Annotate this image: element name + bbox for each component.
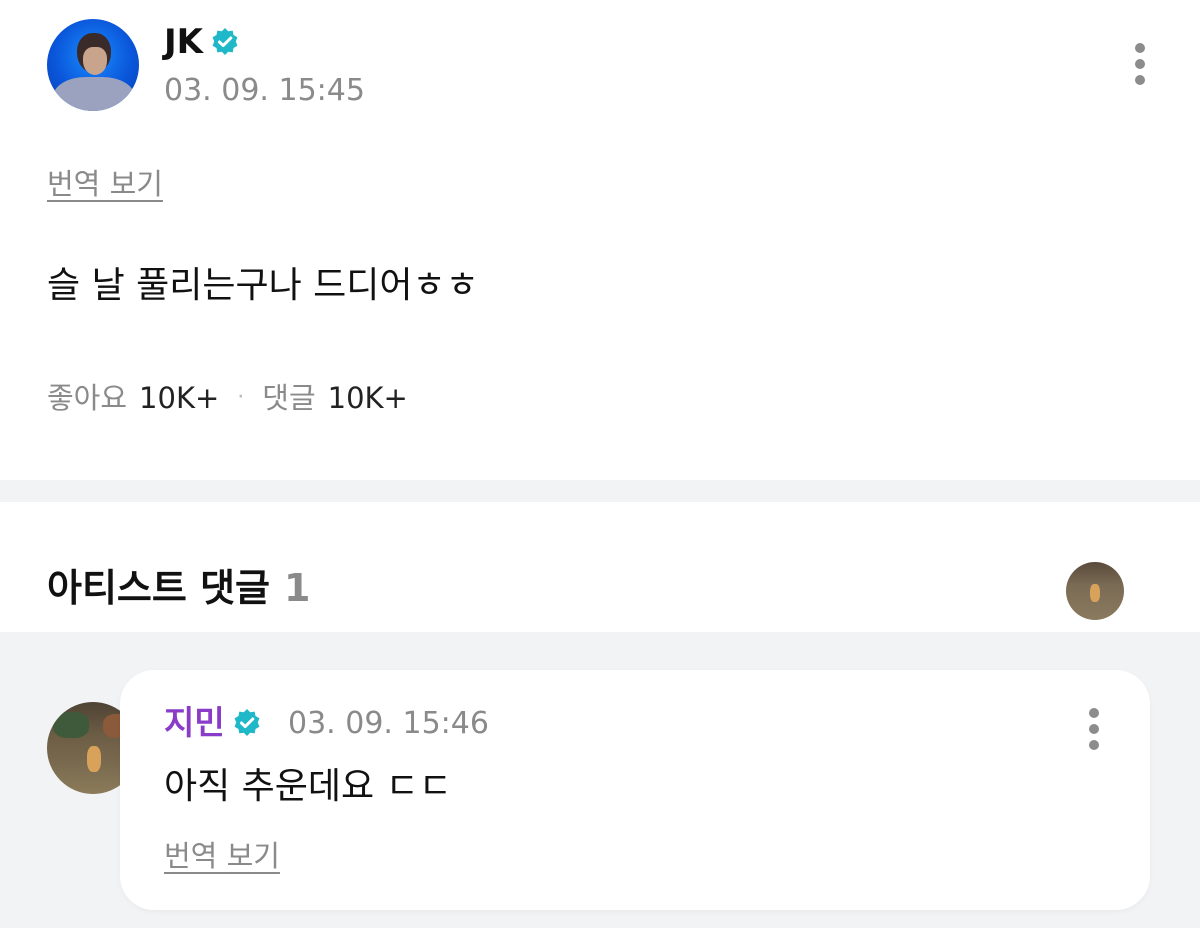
artist-comments-title-text: 아티스트 댓글 [47,566,270,610]
translate-link[interactable]: 번역 보기 [47,166,163,202]
likes-label[interactable]: 좋아요 [47,380,127,416]
comment-card: 지민 03. 09. 15:46 아직 추운데요 ㄷㄷ 번역 보기 [120,670,1150,910]
section-divider [0,480,1200,502]
post-body: 슬 날 풀리는구나 드디어ㅎㅎ [47,265,479,306]
more-vertical-icon[interactable] [1130,43,1150,85]
likes-count[interactable]: 10K+ [139,380,219,416]
artist-avatar[interactable] [1066,562,1124,620]
post-timestamp: 03. 09. 15:45 [164,73,365,108]
post-stats: 좋아요 10K+ · 댓글 10K+ [47,380,408,416]
comment-timestamp: 03. 09. 15:46 [288,706,489,741]
stats-separator: · [237,385,245,410]
commenter-name[interactable]: 지민 [164,702,225,744]
post: JK 03. 09. 15:45 번역 보기 슬 날 풀리는구나 드디어ㅎㅎ 좋… [0,0,1200,480]
artist-comments-list: 지민 03. 09. 15:46 아직 추운데요 ㄷㄷ 번역 보기 [0,632,1200,928]
artist-comments-header: 아티스트 댓글 1 [0,502,1200,632]
author-name[interactable]: JK [164,22,203,62]
comments-count[interactable]: 10K+ [328,380,408,416]
comment-translate-link[interactable]: 번역 보기 [164,838,280,874]
comments-label[interactable]: 댓글 [262,380,315,416]
verified-badge-icon [210,27,240,57]
more-vertical-icon[interactable] [1084,708,1104,750]
verified-badge-icon [232,708,262,738]
artist-comments-title: 아티스트 댓글 1 [47,564,310,612]
artist-comments-count: 1 [284,566,311,610]
author-avatar[interactable] [47,19,139,111]
comment-text: 아직 추운데요 ㄷㄷ [164,766,452,807]
